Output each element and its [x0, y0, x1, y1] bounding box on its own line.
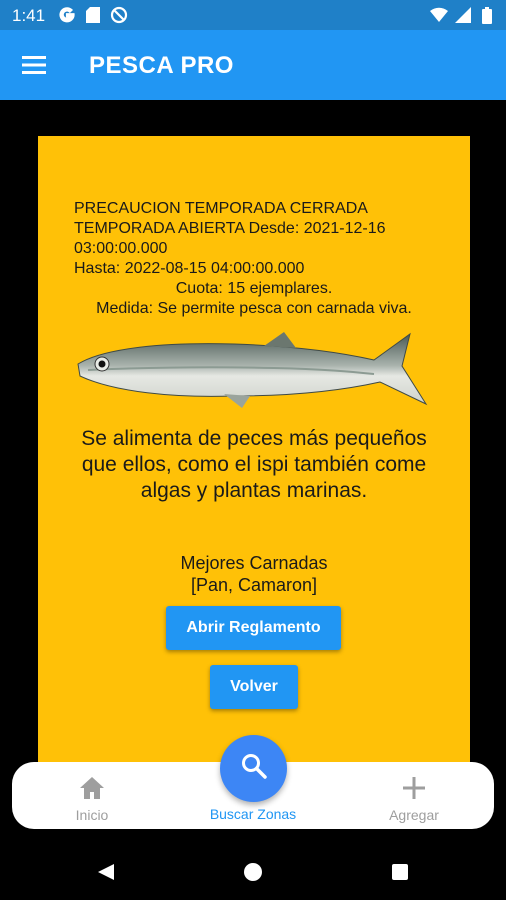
season-open-from: TEMPORADA ABIERTA Desde: 2021-12-16 — [74, 220, 386, 237]
app-bar: PESCA PRO — [0, 30, 506, 100]
battery-icon — [478, 6, 496, 24]
quota: Cuota: 15 ejemplares. — [175, 280, 333, 297]
season-closed-warning: PRECAUCION TEMPORADA CERRADA — [74, 200, 368, 217]
nav-inicio-label: Inicio — [75, 807, 109, 823]
status-time: 1:41 — [12, 6, 46, 25]
home-icon — [76, 772, 108, 804]
species-card: PRECAUCION TEMPORADA CERRADA TEMPORADA A… — [38, 136, 470, 776]
fish-photo — [74, 326, 434, 416]
best-baits-title: Mejores Carnadas — [180, 553, 328, 573]
sync-disabled-icon — [110, 6, 128, 24]
nav-inicio[interactable]: Inicio — [52, 762, 132, 829]
app-title: PESCA PRO — [89, 52, 234, 79]
back-button[interactable]: Volver — [210, 665, 298, 709]
hamburger-menu-icon[interactable] — [14, 49, 54, 81]
system-navigation-bar — [0, 844, 506, 900]
season-until: Hasta: 2022-08-15 04:00:00.000 — [74, 260, 305, 277]
nav-agregar[interactable]: Agregar — [374, 762, 454, 829]
season-open-from-time: 03:00:00.000 — [74, 240, 168, 257]
sd-card-icon — [84, 6, 102, 24]
wifi-icon — [430, 6, 448, 24]
open-regulation-button[interactable]: Abrir Reglamento — [166, 606, 341, 650]
signal-icon — [454, 6, 472, 24]
nav-agregar-label: Agregar — [389, 807, 439, 823]
home-icon[interactable] — [241, 860, 265, 884]
status-bar: 1:41 — [0, 0, 506, 30]
season-info: PRECAUCION TEMPORADA CERRADA TEMPORADA A… — [74, 199, 434, 319]
search-icon — [240, 752, 268, 785]
back-icon[interactable] — [94, 860, 118, 884]
search-zones-fab[interactable] — [220, 735, 287, 802]
plus-icon — [398, 772, 430, 804]
recents-icon[interactable] — [388, 860, 412, 884]
best-baits: Mejores Carnadas [Pan, Camaron] — [68, 552, 440, 596]
species-description: Se alimenta de peces más pequeños que el… — [81, 427, 427, 502]
measure: Medida: Se permite pesca con carnada viv… — [96, 300, 412, 317]
nav-buscar-zonas-label[interactable]: Buscar Zonas — [192, 806, 314, 822]
best-baits-list: [Pan, Camaron] — [190, 575, 318, 595]
google-icon — [58, 6, 76, 24]
